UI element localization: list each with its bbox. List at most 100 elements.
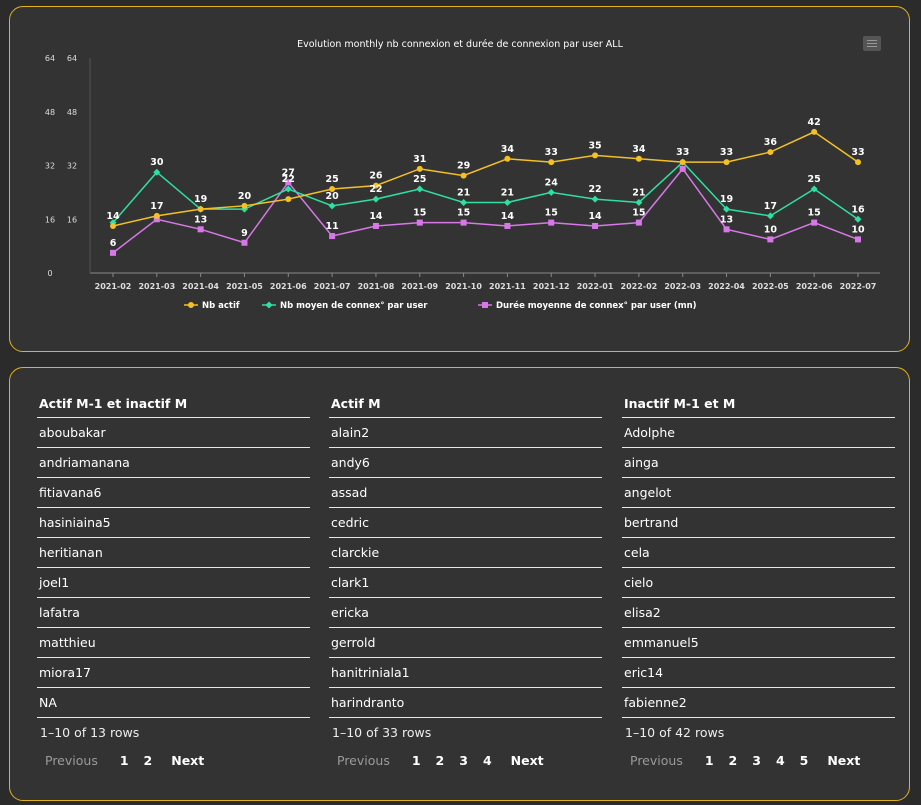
data-point	[811, 219, 818, 226]
x-tick-label: 2021-03	[138, 282, 175, 291]
x-tick-label: 2021-10	[445, 282, 482, 291]
data-point	[679, 165, 686, 172]
page-number-button[interactable]: 1	[412, 753, 421, 768]
data-label: 35	[588, 140, 601, 151]
data-label: 21	[457, 187, 470, 198]
data-label: 17	[764, 201, 777, 212]
page-number-button[interactable]: 1	[120, 753, 129, 768]
data-label: 42	[808, 117, 821, 128]
y-tick-label-left: 16	[45, 215, 55, 224]
data-point	[110, 222, 116, 229]
data-label: 33	[720, 147, 733, 158]
data-point	[503, 198, 511, 206]
previous-button[interactable]: Previous	[45, 753, 98, 768]
page-number-button[interactable]: 2	[144, 753, 153, 768]
data-label: 13	[194, 214, 207, 225]
data-label: 33	[545, 147, 558, 158]
table-row: miora17	[37, 658, 310, 688]
x-tick-label: 2022-05	[752, 282, 789, 291]
table-row: heritianan	[37, 538, 310, 568]
pagination: Previous 1 2 3 4 Next	[337, 753, 560, 768]
data-label: 16	[851, 204, 865, 215]
x-tick-label: 2021-04	[182, 282, 219, 291]
data-label: 15	[808, 208, 821, 219]
page-number-button[interactable]: 3	[459, 753, 468, 768]
table-row: gerrold	[329, 628, 602, 658]
data-label: 20	[326, 191, 340, 202]
data-point	[635, 155, 642, 162]
table-row: fitiavana6	[37, 478, 310, 508]
table-row: eric14	[622, 658, 895, 688]
data-point	[592, 222, 599, 229]
table-row: andy6	[329, 448, 602, 478]
pagination-info: 1–10 of 33 rows	[332, 725, 432, 740]
data-label: 27	[282, 167, 295, 178]
page-number-button[interactable]: 3	[752, 753, 761, 768]
chart-title: Evolution monthly nb connexion et durée …	[297, 39, 623, 50]
data-label: 36	[764, 137, 778, 148]
data-point	[767, 149, 774, 156]
page-number-button[interactable]: 1	[705, 753, 714, 768]
page-number-button[interactable]: 5	[800, 753, 809, 768]
page-number-button[interactable]: 2	[436, 753, 445, 768]
next-button[interactable]: Next	[827, 753, 860, 768]
page-number-button[interactable]: 4	[776, 753, 785, 768]
x-tick-label: 2022-07	[840, 282, 877, 291]
data-label: 31	[413, 154, 426, 165]
table-row: aboubakar	[37, 418, 310, 448]
x-tick-label: 2021-05	[226, 282, 263, 291]
page-number-button[interactable]: 4	[483, 753, 492, 768]
table-row: hanitriniala1	[329, 658, 602, 688]
data-label: 15	[632, 208, 645, 219]
data-point	[372, 222, 379, 229]
page-number-button[interactable]: 2	[729, 753, 738, 768]
legend-marker	[482, 302, 488, 308]
data-label: 30	[150, 157, 164, 168]
data-point	[592, 152, 599, 159]
data-point	[197, 226, 204, 233]
chart-menu-button[interactable]	[863, 36, 881, 51]
data-point	[197, 206, 204, 213]
data-label: 11	[326, 221, 339, 232]
line-chart: Evolution monthly nb connexion et durée …	[45, 39, 880, 311]
pagination-info: 1–10 of 13 rows	[40, 725, 140, 740]
data-point	[372, 195, 380, 203]
next-button[interactable]: Next	[171, 753, 204, 768]
data-label: 20	[238, 191, 252, 202]
table-row: bertrand	[622, 508, 895, 538]
table-header[interactable]: Actif M	[329, 390, 602, 418]
data-label: 21	[501, 187, 514, 198]
previous-button[interactable]: Previous	[630, 753, 683, 768]
previous-button[interactable]: Previous	[337, 753, 390, 768]
next-button[interactable]: Next	[511, 753, 544, 768]
data-point	[855, 159, 861, 166]
data-label: 24	[545, 177, 559, 188]
pagination-info: 1–10 of 42 rows	[625, 725, 725, 740]
data-label: 33	[676, 147, 689, 158]
table-row: joel1	[37, 568, 310, 598]
table-row: NA	[37, 688, 310, 718]
data-point	[416, 185, 424, 193]
data-label: 19	[720, 194, 733, 205]
data-label: 21	[632, 187, 645, 198]
x-tick-label: 2022-06	[796, 282, 833, 291]
data-point	[679, 159, 686, 166]
table-row: cielo	[622, 568, 895, 598]
table-row: elisa2	[622, 598, 895, 628]
table-header[interactable]: Inactif M-1 et M	[622, 390, 895, 418]
y-tick-label-right: 64	[67, 54, 77, 63]
x-tick-label: 2021-12	[533, 282, 570, 291]
data-label: 14	[369, 211, 383, 222]
data-label: 22	[369, 184, 382, 195]
table-row: ericka	[329, 598, 602, 628]
data-point	[766, 212, 774, 220]
data-point	[504, 222, 511, 229]
table-header[interactable]: Actif M-1 et inactif M	[37, 390, 310, 418]
table-row: cela	[622, 538, 895, 568]
x-tick-label: 2021-08	[358, 282, 395, 291]
legend-marker	[265, 301, 273, 309]
x-tick-label: 2021-06	[270, 282, 307, 291]
series-line-2	[112, 167, 859, 254]
data-point	[548, 219, 555, 226]
data-label: 22	[588, 184, 601, 195]
